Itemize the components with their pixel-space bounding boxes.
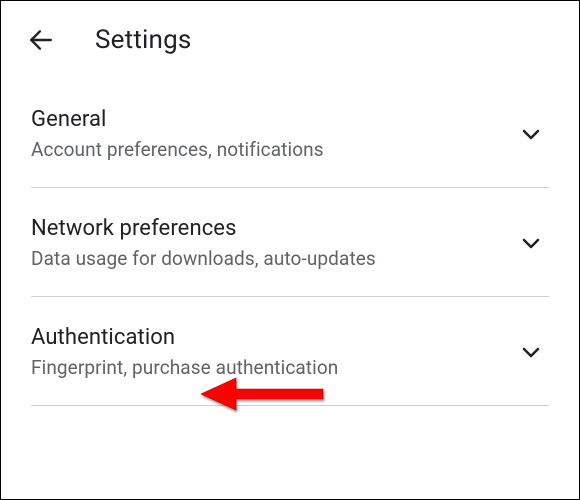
item-subtitle: Data usage for downloads, auto-updates (31, 247, 376, 270)
item-text: General Account preferences, notificatio… (31, 107, 324, 161)
item-text: Network preferences Data usage for downl… (31, 216, 376, 270)
settings-list: General Account preferences, notificatio… (1, 97, 579, 406)
settings-item-network[interactable]: Network preferences Data usage for downl… (31, 188, 549, 297)
item-title: General (31, 107, 324, 132)
chevron-down-icon (519, 122, 549, 146)
settings-item-general[interactable]: General Account preferences, notificatio… (31, 97, 549, 188)
item-title: Network preferences (31, 216, 376, 241)
chevron-down-icon (519, 231, 549, 255)
back-button[interactable] (25, 24, 57, 56)
back-arrow-icon (28, 27, 54, 53)
header: Settings (1, 1, 579, 61)
settings-item-authentication[interactable]: Authentication Fingerprint, purchase aut… (31, 297, 549, 406)
item-title: Authentication (31, 325, 338, 350)
page-title: Settings (95, 25, 192, 55)
item-subtitle: Fingerprint, purchase authentication (31, 356, 338, 379)
item-text: Authentication Fingerprint, purchase aut… (31, 325, 338, 379)
item-subtitle: Account preferences, notifications (31, 138, 324, 161)
chevron-down-icon (519, 340, 549, 364)
